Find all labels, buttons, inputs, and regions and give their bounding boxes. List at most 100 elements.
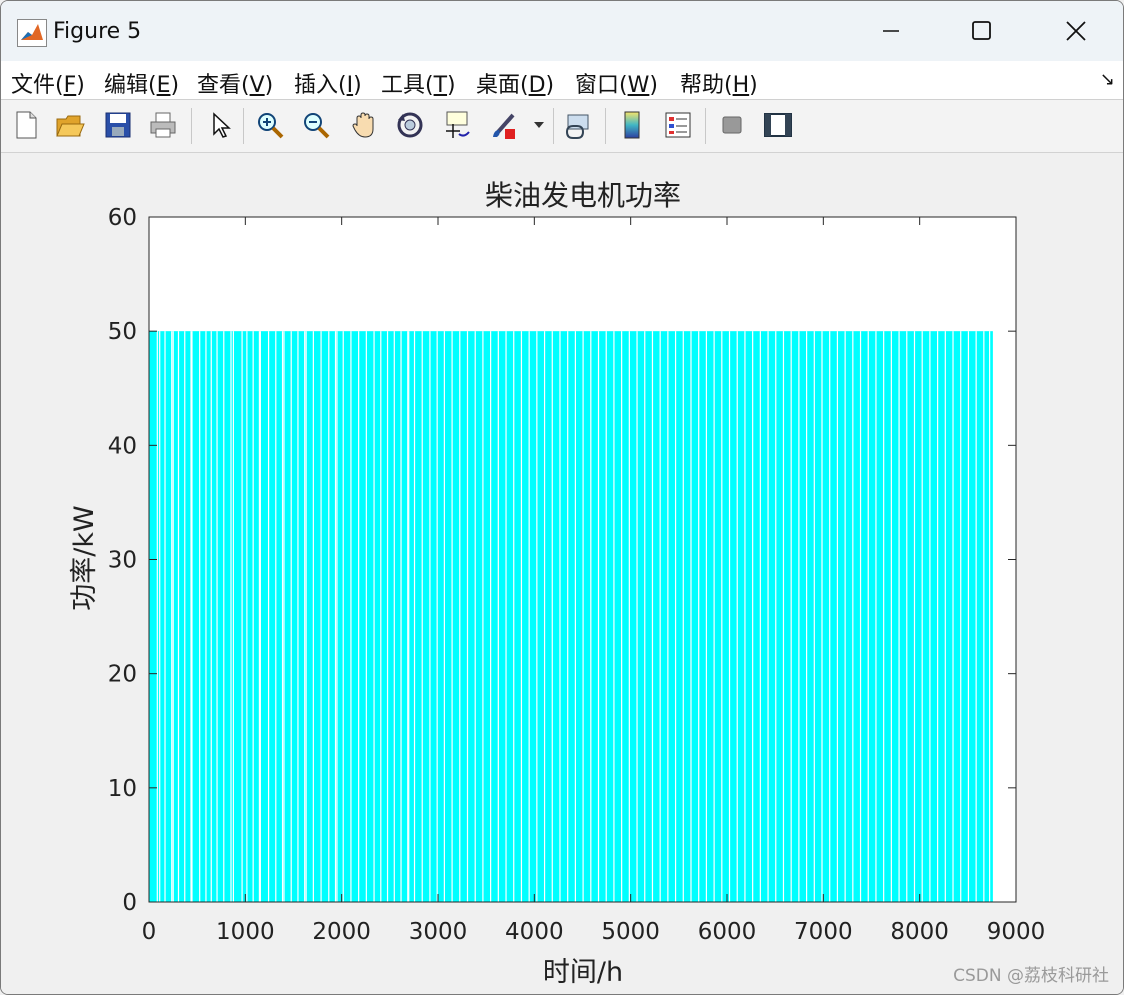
off-gap (698, 331, 700, 902)
off-gap (336, 331, 338, 902)
off-gap (736, 331, 738, 902)
off-gap (551, 331, 553, 902)
off-gap (513, 331, 515, 902)
open-icon[interactable] (53, 108, 87, 142)
off-gap (393, 331, 395, 902)
off-gap (682, 331, 684, 902)
off-gap (290, 331, 292, 902)
off-gap (829, 331, 831, 902)
y-tick-label: 60 (108, 205, 137, 231)
menu-file[interactable]: 文件(F) (11, 67, 85, 99)
hide-plot-tools-icon[interactable] (715, 108, 749, 142)
off-gap (283, 331, 285, 902)
select-arrow-icon[interactable] (203, 108, 237, 142)
zoom-in-icon[interactable] (253, 108, 287, 142)
rotate-3d-icon[interactable] (393, 108, 427, 142)
off-gap (358, 331, 360, 902)
data-cursor-icon[interactable] (439, 108, 473, 142)
off-gap (400, 331, 402, 902)
off-gap (451, 331, 453, 902)
off-gap (898, 331, 900, 902)
watermark: CSDN @荔枝科研社 (953, 966, 1109, 986)
off-gap (281, 331, 284, 902)
y-tick-label: 50 (108, 319, 137, 345)
off-gap (304, 331, 306, 902)
off-gap (497, 331, 499, 902)
pan-hand-icon[interactable] (347, 108, 381, 142)
off-gap (216, 331, 218, 902)
off-gap (844, 331, 846, 902)
series-bars (149, 331, 993, 902)
off-gap (164, 331, 166, 902)
off-gap (852, 331, 854, 902)
off-gap (408, 331, 410, 902)
off-gap (967, 331, 970, 902)
off-gap (342, 331, 344, 902)
off-gap (952, 331, 954, 902)
menu-edit[interactable]: 编辑(E) (104, 67, 179, 99)
off-gap (232, 331, 235, 902)
off-gap (543, 331, 546, 902)
off-gap (246, 331, 248, 902)
off-gap (156, 331, 158, 902)
zoom-out-icon[interactable] (299, 108, 333, 142)
figure-canvas[interactable]: 0 1000 2000 3000 4000 5000 6000 7000 8000 9000 0 10… (1, 153, 1123, 994)
x-tick-label: 7000 (794, 919, 853, 945)
off-gap (172, 331, 174, 902)
off-gap (621, 331, 623, 902)
menu-window[interactable]: 窗口(W) (575, 67, 658, 99)
y-tick-label: 0 (122, 890, 137, 916)
off-gap (459, 331, 461, 902)
figure-window: Figure 5 文件(F) 编辑(E) 查看(V) 插入(I) 工具(T) 桌… (0, 0, 1124, 995)
menu-tools[interactable]: 工具(T) (381, 67, 456, 99)
off-gap (875, 331, 877, 902)
link-plot-icon[interactable] (561, 108, 595, 142)
off-gap (752, 331, 754, 902)
menu-view[interactable]: 查看(V) (197, 67, 273, 99)
off-gap (567, 331, 569, 902)
off-gap (171, 331, 173, 902)
off-gap (267, 331, 270, 902)
off-gap (436, 331, 438, 902)
x-tick-label: 5000 (601, 919, 660, 945)
toolbar-separator (553, 108, 554, 144)
brush-dropdown-icon[interactable] (531, 108, 547, 142)
minimize-button[interactable] (868, 11, 914, 51)
off-gap (230, 331, 232, 902)
off-gap (373, 331, 375, 902)
new-figure-icon[interactable] (9, 108, 43, 142)
maximize-button[interactable] (959, 11, 1005, 51)
window-title: Figure 5 (53, 19, 142, 44)
legend-icon[interactable] (661, 108, 695, 142)
off-gap (328, 331, 330, 902)
menu-insert[interactable]: 插入(I) (294, 67, 362, 99)
y-tick-label: 30 (108, 548, 137, 574)
off-gap (320, 331, 322, 902)
off-gap (605, 331, 607, 902)
menu-help[interactable]: 帮助(H) (680, 67, 758, 99)
off-gap (937, 331, 939, 902)
save-icon[interactable] (101, 108, 135, 142)
matlab-icon (17, 19, 47, 47)
off-gap (989, 331, 991, 902)
dock-arrow-icon[interactable]: ↘ (1100, 69, 1115, 90)
brush-icon[interactable] (487, 108, 521, 142)
x-tick-label: 1000 (216, 919, 275, 945)
off-gap (305, 331, 307, 902)
menu-desktop[interactable]: 桌面(D) (476, 67, 554, 99)
off-gap (482, 331, 484, 902)
colorbar-icon[interactable] (615, 108, 649, 142)
close-button[interactable] (1053, 11, 1099, 51)
show-plot-tools-icon[interactable] (761, 108, 795, 142)
off-gap (651, 331, 654, 902)
off-gap (528, 331, 530, 902)
bar-chart[interactable]: 0 1000 2000 3000 4000 5000 6000 7000 8000 9000 0 10… (1, 153, 1123, 994)
off-gap (429, 331, 431, 902)
off-gap (728, 331, 731, 902)
off-gap (705, 331, 708, 902)
title-bar[interactable]: Figure 5 (1, 1, 1123, 61)
off-gap (921, 331, 923, 902)
off-gap (859, 331, 862, 902)
print-icon[interactable] (146, 108, 180, 142)
off-gap (983, 331, 985, 902)
